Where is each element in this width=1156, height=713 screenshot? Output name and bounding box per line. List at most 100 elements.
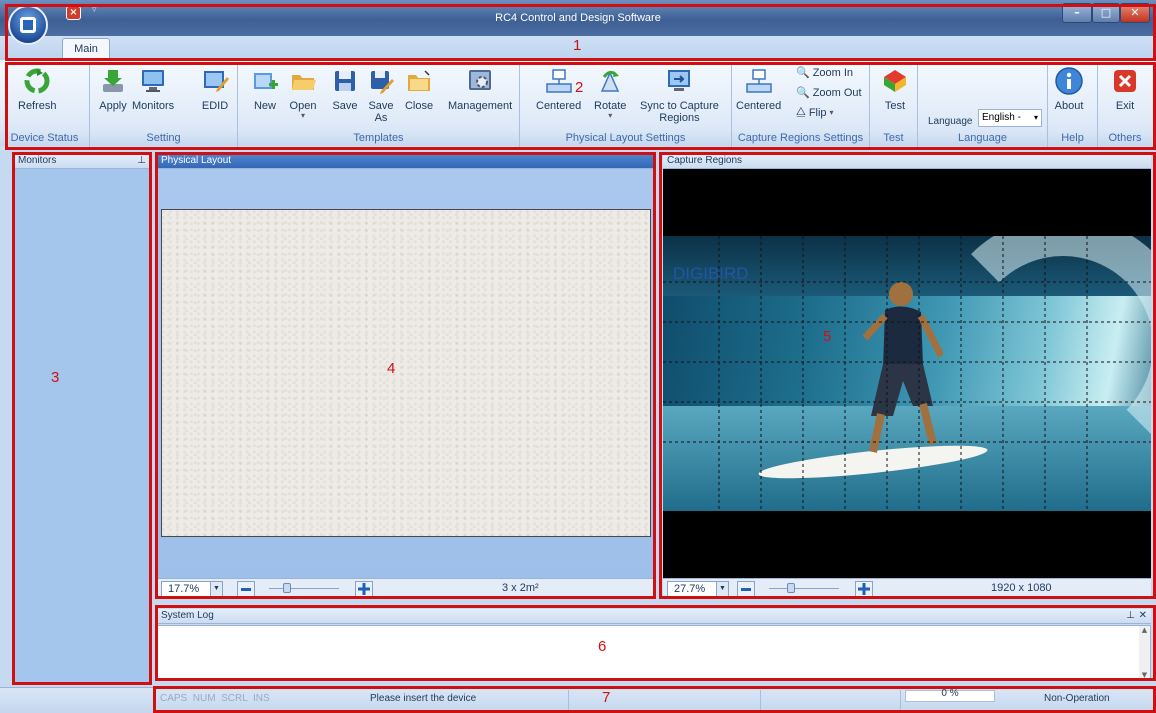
- chevron-down-icon: ▼: [210, 582, 222, 596]
- language-select[interactable]: English - ▾: [978, 109, 1042, 127]
- zoom-out-icon: 🔍: [796, 87, 810, 99]
- new-template-icon: [250, 66, 280, 96]
- scroll-up-icon[interactable]: ▲: [1139, 626, 1150, 634]
- about-button[interactable]: About: [1054, 66, 1084, 112]
- monitor-icon: [138, 66, 168, 96]
- language-label: Language: [928, 116, 973, 127]
- system-log-scrollbar[interactable]: ▲ ▼: [1139, 626, 1150, 679]
- physical-layout-header: Physical Layout: [157, 154, 653, 169]
- open-folder-icon: [288, 66, 318, 96]
- pin-icon[interactable]: ⊥: [1126, 609, 1135, 623]
- capture-resolution: 1920 x 1080: [991, 582, 1052, 594]
- centered-icon: [744, 66, 774, 96]
- flip-button[interactable]: ⧋ Flip ▾: [796, 106, 834, 119]
- capture-zoom-out-button[interactable]: [737, 581, 755, 597]
- plus-icon: [358, 583, 370, 595]
- apply-download-icon: [98, 66, 128, 96]
- status-progress-bar: 0 %: [905, 688, 995, 702]
- save-as-icon: [366, 66, 396, 96]
- exit-button[interactable]: Exit: [1110, 66, 1140, 112]
- operation-mode: Non-Operation: [1044, 693, 1110, 704]
- title-bar: × ▿ RC4 Control and Design Software – □ …: [0, 0, 1156, 36]
- info-icon: [1054, 66, 1084, 96]
- callout-label-2: 2: [575, 79, 584, 96]
- system-log-header: System Log ⊥ ✕: [157, 609, 1151, 624]
- application-menu-button[interactable]: [8, 5, 48, 45]
- app-window: × ▿ RC4 Control and Design Software – □ …: [0, 0, 1156, 713]
- physical-layout-wall[interactable]: [161, 209, 651, 537]
- rotate-button[interactable]: Rotate ▾: [594, 66, 626, 120]
- chevron-down-icon: ▾: [1033, 113, 1038, 122]
- minimize-button[interactable]: –: [1062, 3, 1092, 23]
- capture-regions-header: Capture Regions: [663, 154, 1151, 169]
- tab-main[interactable]: Main: [62, 38, 110, 60]
- save-button[interactable]: Save: [330, 66, 360, 112]
- physical-zoom-slider[interactable]: [269, 588, 339, 589]
- group-help: About Help: [1048, 62, 1098, 148]
- open-dropdown-icon[interactable]: ▾: [301, 112, 305, 120]
- flip-dropdown-icon: ▾: [829, 107, 834, 117]
- group-capture-regions-settings: Centered 🔍 Zoom In 🔍 Zoom Out ⧋ Flip ▾ Captu…: [732, 62, 870, 148]
- chevron-down-icon: ▼: [716, 582, 728, 596]
- rotate-dropdown-icon[interactable]: ▾: [608, 112, 612, 120]
- callout-label-3: 3: [51, 369, 60, 386]
- flip-icon: ⧋: [796, 106, 806, 118]
- open-button[interactable]: Open ▾: [288, 66, 318, 120]
- keyboard-indicators: CAPS NUM SCRL INS: [160, 693, 270, 704]
- monitors-panel-header: Monitors ⊥: [14, 154, 150, 169]
- zoom-out-button[interactable]: 🔍 Zoom Out: [796, 86, 862, 100]
- group-others: Exit Others: [1098, 62, 1152, 148]
- maximize-button[interactable]: □: [1092, 3, 1120, 23]
- close-icon[interactable]: ✕: [1139, 609, 1147, 623]
- close-template-button[interactable]: Close: [404, 66, 434, 112]
- close-folder-icon: [404, 66, 434, 96]
- capture-zoom-in-button[interactable]: [855, 581, 873, 597]
- refresh-button[interactable]: Refresh: [18, 66, 57, 112]
- physical-zoom-out-button[interactable]: [237, 581, 255, 597]
- system-log-area[interactable]: [157, 625, 1151, 680]
- apply-button[interactable]: Apply: [98, 66, 128, 112]
- status-progress-text: 0 %: [941, 688, 959, 699]
- physical-zoom-in-button[interactable]: [355, 581, 373, 597]
- capture-zoom-combo[interactable]: 27.7% ▼: [667, 581, 729, 597]
- physical-zoom-slider-knob[interactable]: [283, 583, 291, 593]
- window-title: RC4 Control and Design Software: [495, 12, 661, 24]
- monitors-panel: [14, 169, 150, 684]
- test-button[interactable]: Test: [880, 66, 910, 112]
- capture-zoom-slider[interactable]: [769, 588, 839, 589]
- group-language: Language: [918, 62, 1048, 148]
- group-test: Test Test: [870, 62, 918, 148]
- group-physical-layout-settings: Centered Rotate ▾ Sync to Capture Region…: [520, 62, 732, 148]
- test-colors-icon: [880, 66, 910, 96]
- zoom-in-button[interactable]: 🔍 Zoom In: [796, 66, 853, 80]
- capture-centered-button[interactable]: Centered: [736, 66, 781, 112]
- group-setting: Apply Monitors EDID Setting: [90, 62, 238, 148]
- minus-icon: [241, 587, 251, 591]
- sync-icon: [664, 66, 694, 96]
- new-button[interactable]: New: [250, 66, 280, 112]
- scroll-down-icon[interactable]: ▼: [1139, 671, 1150, 679]
- monitors-button[interactable]: Monitors: [132, 66, 174, 112]
- zoom-in-icon: 🔍: [796, 67, 810, 79]
- save-as-button[interactable]: Save As: [366, 66, 396, 124]
- callout-label-5: 5: [823, 328, 832, 345]
- callout-label-1: 1: [573, 37, 582, 54]
- physical-zoom-combo[interactable]: 17.7% ▼: [161, 581, 223, 597]
- plus-icon: [858, 583, 870, 595]
- callout-label-7: 7: [602, 689, 611, 706]
- sync-to-capture-regions-button[interactable]: Sync to Capture Regions: [640, 66, 719, 124]
- physical-layout-zoombar: 17.7% ▼ 3 x 2m²: [157, 578, 653, 598]
- close-window-button[interactable]: ✕: [1120, 3, 1150, 23]
- rotate-icon: [595, 66, 625, 96]
- edid-button[interactable]: EDID: [200, 66, 230, 112]
- minus-icon: [741, 587, 751, 591]
- management-button[interactable]: Management: [448, 66, 512, 112]
- capture-regions-zoombar: 27.7% ▼ 1920 x 1080: [663, 578, 1151, 598]
- capture-preview-image[interactable]: DIGIBIRD: [663, 236, 1151, 511]
- group-device-status: Refresh Device Status: [0, 62, 90, 148]
- callout-label-6: 6: [598, 638, 607, 655]
- callout-label-4: 4: [387, 360, 396, 377]
- pin-icon[interactable]: ⊥: [137, 154, 146, 168]
- capture-zoom-slider-knob[interactable]: [787, 583, 795, 593]
- group-templates: New Open ▾ Save Save As Close Management…: [238, 62, 520, 148]
